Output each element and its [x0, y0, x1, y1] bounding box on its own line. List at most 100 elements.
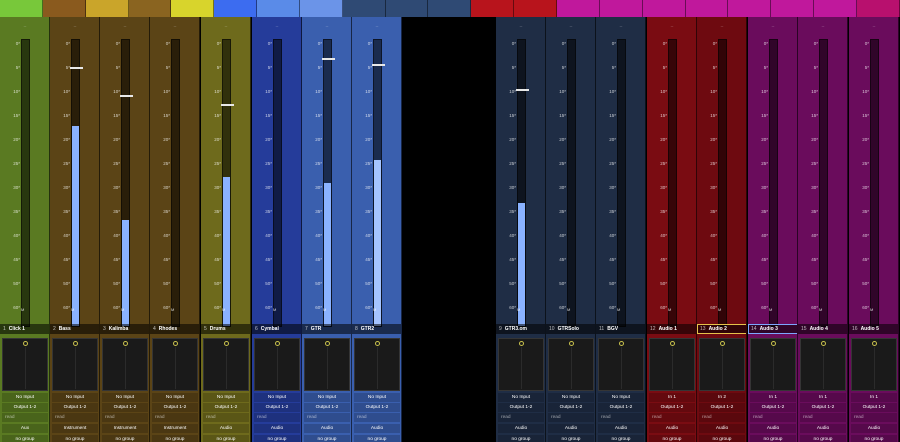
pan-control[interactable] — [800, 338, 846, 391]
track-type[interactable]: Audio — [354, 424, 400, 433]
track-color-swatch[interactable] — [342, 0, 386, 17]
track-type[interactable]: Audio — [649, 424, 695, 433]
automation-mode[interactable]: read — [800, 413, 846, 422]
output-selector[interactable]: Output 1-2 — [548, 403, 594, 412]
output-selector[interactable]: Output 1-2 — [304, 403, 350, 412]
automation-mode[interactable]: read — [52, 413, 98, 422]
track-color-swatch[interactable] — [514, 0, 557, 17]
group-selector[interactable]: no group — [851, 435, 897, 442]
pan-control[interactable] — [598, 338, 644, 391]
level-meter[interactable] — [120, 39, 133, 327]
pan-control[interactable] — [52, 338, 98, 391]
mute-button[interactable]: M — [373, 307, 376, 312]
pan-control[interactable] — [354, 338, 400, 391]
level-meter[interactable] — [819, 39, 828, 327]
level-meter[interactable] — [221, 39, 234, 327]
level-meter[interactable] — [567, 39, 576, 327]
track-color-swatch[interactable] — [299, 0, 343, 17]
fader-area[interactable]: -- 0* 5* 10* 15* 20* 25* 30* 35* 40* 45* 50* 60* M — [201, 17, 250, 327]
track-type[interactable]: Audio — [800, 424, 846, 433]
group-selector[interactable]: no group — [203, 435, 249, 442]
level-meter[interactable] — [870, 39, 879, 327]
channel-strip[interactable]: -- 0* 5* 10* 15* 20* 25* 30* 35* 40* 45* 50* 60* M 10 G… — [546, 17, 596, 442]
group-selector[interactable]: no group — [800, 435, 846, 442]
track-type[interactable]: Audio — [750, 424, 796, 433]
track-name[interactable]: 1 Click 1 — [0, 324, 49, 334]
level-meter[interactable] — [273, 39, 282, 327]
channel-strip[interactable]: -- 0* 5* 10* 15* 20* 25* 30* 35* 40* 45* 50* 60* M 14 A… — [748, 17, 798, 442]
group-selector[interactable]: no group — [699, 435, 745, 442]
output-selector[interactable]: Output 1-2 — [598, 403, 644, 412]
channel-strip[interactable]: -- 0* 5* 10* 15* 20* 25* 30* 35* 40* 45* 50* 60* M 7 GT… — [302, 17, 352, 442]
automation-mode[interactable]: read — [203, 413, 249, 422]
mute-button[interactable]: M — [517, 307, 520, 312]
mute-button[interactable]: M — [222, 307, 225, 312]
pan-control[interactable] — [203, 338, 249, 391]
track-type[interactable]: Audio — [699, 424, 745, 433]
group-selector[interactable]: no group — [52, 435, 98, 442]
channel-strip[interactable]: -- 0* 5* 10* 15* 20* 25* 30* 35* 40* 45* 50* 60* M 4 Rh… — [150, 17, 200, 442]
output-selector[interactable]: Output 1-2 — [52, 403, 98, 412]
level-meter[interactable] — [70, 39, 83, 327]
track-name[interactable]: 4 Rhodes — [150, 324, 199, 334]
fader-area[interactable]: -- 0* 5* 10* 15* 20* 25* 30* 35* 40* 45* 50* 60* M — [50, 17, 99, 327]
group-selector[interactable]: no group — [548, 435, 594, 442]
automation-mode[interactable]: read — [649, 413, 695, 422]
group-selector[interactable]: no group — [102, 435, 148, 442]
level-meter[interactable] — [372, 39, 385, 327]
volume-fader-handle[interactable] — [120, 95, 133, 98]
mute-button[interactable]: M — [21, 307, 24, 312]
track-color-swatch[interactable] — [214, 0, 258, 17]
level-meter[interactable] — [617, 39, 626, 327]
track-name[interactable]: 5 Drums — [201, 324, 250, 334]
pan-control[interactable] — [851, 338, 897, 391]
pan-control[interactable] — [102, 338, 148, 391]
track-type[interactable]: Audio — [203, 424, 249, 433]
group-selector[interactable]: no group — [750, 435, 796, 442]
automation-mode[interactable]: read — [304, 413, 350, 422]
mute-button[interactable]: M — [819, 307, 822, 312]
input-selector[interactable]: No Input — [52, 393, 98, 402]
track-type[interactable]: Audio — [304, 424, 350, 433]
track-name[interactable]: 3 Kalimba — [100, 324, 149, 334]
track-name[interactable]: 13 Audio 2 — [697, 324, 746, 334]
track-type[interactable]: Audio — [548, 424, 594, 433]
group-selector[interactable]: no group — [152, 435, 198, 442]
fader-area[interactable]: -- 0* 5* 10* 15* 20* 25* 30* 35* 40* 45* 50* 60* M — [100, 17, 149, 327]
input-selector[interactable]: In 1 — [800, 393, 846, 402]
track-type[interactable]: Audio — [498, 424, 544, 433]
volume-fader-handle[interactable] — [516, 89, 529, 92]
output-selector[interactable]: Output 1-2 — [699, 403, 745, 412]
channel-strip[interactable]: -- 0* 5* 10* 15* 20* 25* 30* 35* 40* 45* 50* 60* M 13 A… — [697, 17, 747, 442]
fader-area[interactable]: -- 0* 5* 10* 15* 20* 25* 30* 35* 40* 45* 50* 60* M — [647, 17, 696, 327]
track-name[interactable]: 12 Audio 1 — [647, 324, 696, 334]
input-selector[interactable]: No Input — [2, 393, 48, 402]
pan-control[interactable] — [254, 338, 300, 391]
automation-mode[interactable]: read — [598, 413, 644, 422]
level-meter[interactable] — [718, 39, 727, 327]
channel-strip[interactable]: -- 0* 5* 10* 15* 20* 25* 30* 35* 40* 45* 50* 60* M 3 Ka… — [100, 17, 150, 442]
level-meter[interactable] — [516, 39, 529, 327]
track-color-swatch[interactable] — [771, 0, 815, 17]
mute-button[interactable]: M — [171, 307, 174, 312]
input-selector[interactable]: In 1 — [851, 393, 897, 402]
automation-mode[interactable]: read — [152, 413, 198, 422]
channel-strip[interactable]: -- 0* 5* 10* 15* 20* 25* 30* 35* 40* 45* 50* 60* M 5 Dr… — [201, 17, 251, 442]
channel-strip[interactable]: -- 0* 5* 10* 15* 20* 25* 30* 35* 40* 45* 50* 60* M 8 GT… — [352, 17, 402, 442]
mute-button[interactable]: M — [718, 307, 721, 312]
automation-mode[interactable]: read — [498, 413, 544, 422]
track-type[interactable]: Aux — [2, 424, 48, 433]
track-color-swatch[interactable] — [728, 0, 772, 17]
track-name[interactable]: 8 GTR2 — [352, 324, 401, 334]
output-selector[interactable]: Output 1-2 — [254, 403, 300, 412]
pan-control[interactable] — [750, 338, 796, 391]
input-selector[interactable]: In 1 — [750, 393, 796, 402]
automation-mode[interactable]: read — [699, 413, 745, 422]
output-selector[interactable]: Output 1-2 — [2, 403, 48, 412]
track-name[interactable]: 2 Bass — [50, 324, 99, 334]
output-selector[interactable]: Output 1-2 — [354, 403, 400, 412]
fader-area[interactable]: -- 0* 5* 10* 15* 20* 25* 30* 35* 40* 45* 50* 60* M — [748, 17, 797, 327]
output-selector[interactable]: Output 1-2 — [800, 403, 846, 412]
input-selector[interactable]: In 1 — [649, 393, 695, 402]
pan-control[interactable] — [304, 338, 350, 391]
